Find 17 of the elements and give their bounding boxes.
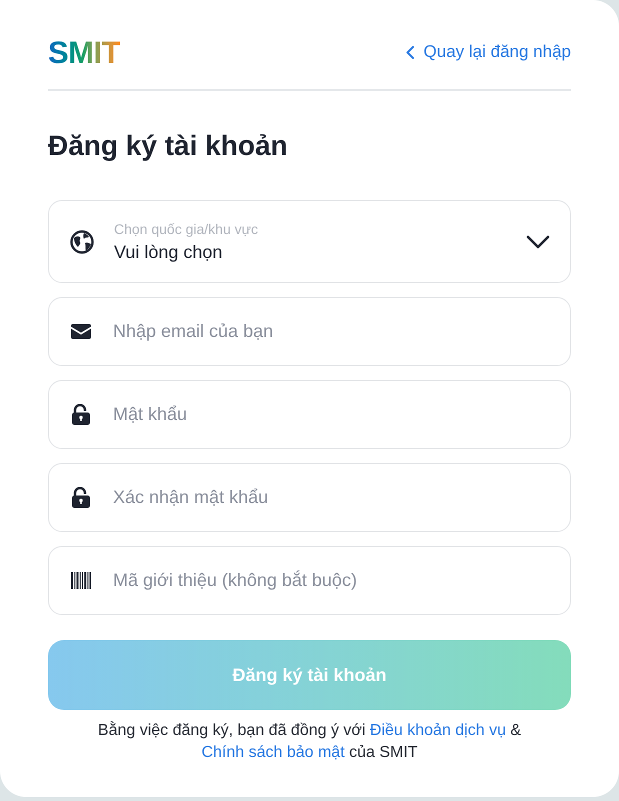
password-field[interactable]: Mật khẩu [48,380,571,449]
back-link[interactable]: Quay lại đăng nhập [406,39,571,65]
terms-link[interactable]: Chính sách bảo mật [201,744,345,761]
country-select[interactable]: Chọn quốc gia/khu vực Vui lòng chọn [48,200,571,283]
page-title: Đăng ký tài khoản [48,129,289,163]
password-field[interactable]: Xác nhận mật khẩu [48,463,571,532]
globe-icon [70,230,94,254]
barcode-icon [71,572,91,589]
email-field[interactable]: Nhập email của bạn [48,297,571,366]
terms-link[interactable]: Điều khoản dịch vụ [370,722,506,739]
chevron-left-icon [406,46,414,58]
unlocked-padlock-icon [72,487,90,508]
chevron-down-icon [526,234,550,248]
unlocked-padlock-icon [72,404,90,425]
terms-text: Bằng việc đăng ký, bạn đã đồng ý với Điều khoản dịch vụ & Chính sách bảo mật của SMIT [96,720,522,763]
envelope-icon [71,324,91,339]
referral-code-field[interactable]: Mã giới thiệu (không bắt buộc) [48,546,571,615]
